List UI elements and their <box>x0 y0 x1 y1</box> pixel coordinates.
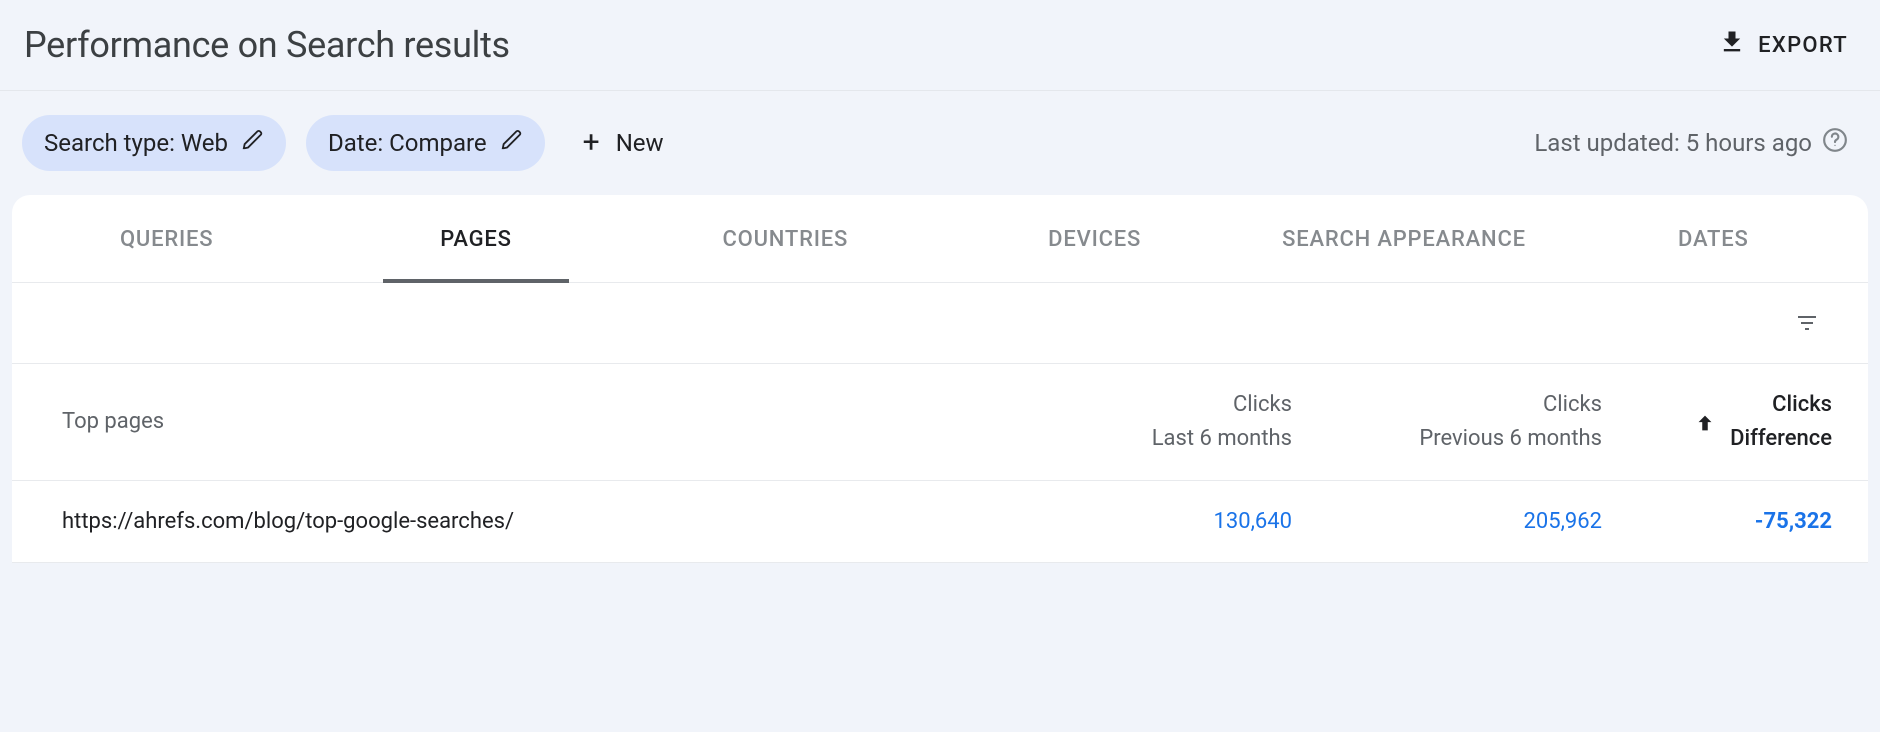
tab-dates[interactable]: DATES <box>1559 195 1868 282</box>
tab-pages[interactable]: PAGES <box>321 195 630 282</box>
help-icon[interactable] <box>1822 127 1848 159</box>
col-top-pages[interactable]: Top pages <box>62 405 982 439</box>
col-clicks-prev[interactable]: Clicks Previous 6 months <box>1292 388 1602 456</box>
cell-clicks-diff: -75,322 <box>1602 509 1832 534</box>
cell-clicks-last: 130,640 <box>982 509 1292 534</box>
tab-countries[interactable]: COUNTRIES <box>631 195 940 282</box>
tab-devices[interactable]: DEVICES <box>940 195 1249 282</box>
filter-bar: Search type: Web Date: Compare + New Las… <box>0 91 1880 195</box>
table-toolbar <box>12 283 1868 364</box>
date-chip-label: Date: Compare <box>328 129 487 157</box>
last-updated: Last updated: 5 hours ago <box>1534 127 1848 159</box>
sort-arrow-up-icon <box>1694 411 1716 433</box>
tab-search-appearance[interactable]: SEARCH APPEARANCE <box>1249 195 1558 282</box>
search-type-chip-label: Search type: Web <box>44 129 228 157</box>
date-chip[interactable]: Date: Compare <box>306 115 545 171</box>
download-icon <box>1718 28 1746 62</box>
search-type-chip[interactable]: Search type: Web <box>22 115 286 171</box>
tab-queries[interactable]: QUERIES <box>12 195 321 282</box>
col-clicks-last[interactable]: Clicks Last 6 months <box>982 388 1292 456</box>
pencil-icon <box>242 129 264 157</box>
table-row[interactable]: https://ahrefs.com/blog/top-google-searc… <box>12 481 1868 563</box>
last-updated-text: Last updated: 5 hours ago <box>1534 129 1812 157</box>
table-header-row: Top pages Clicks Last 6 months Clicks Pr… <box>12 364 1868 481</box>
export-label: EXPORT <box>1758 33 1848 58</box>
add-filter-label: New <box>616 129 664 157</box>
page-title: Performance on Search results <box>24 24 510 66</box>
cell-page-url[interactable]: https://ahrefs.com/blog/top-google-searc… <box>62 509 982 534</box>
results-card: QUERIES PAGES COUNTRIES DEVICES SEARCH A… <box>12 195 1868 563</box>
export-button[interactable]: EXPORT <box>1718 28 1848 62</box>
tabs-row: QUERIES PAGES COUNTRIES DEVICES SEARCH A… <box>12 195 1868 283</box>
col-clicks-diff[interactable]: Clicks Difference <box>1602 388 1832 456</box>
plus-icon: + <box>583 128 600 158</box>
filters-left: Search type: Web Date: Compare + New <box>22 115 664 171</box>
pencil-icon <box>501 129 523 157</box>
cell-clicks-prev: 205,962 <box>1292 509 1602 534</box>
add-filter-button[interactable]: + New <box>565 128 664 158</box>
page-header: Performance on Search results EXPORT <box>0 0 1880 91</box>
filter-list-icon[interactable] <box>1792 311 1822 335</box>
